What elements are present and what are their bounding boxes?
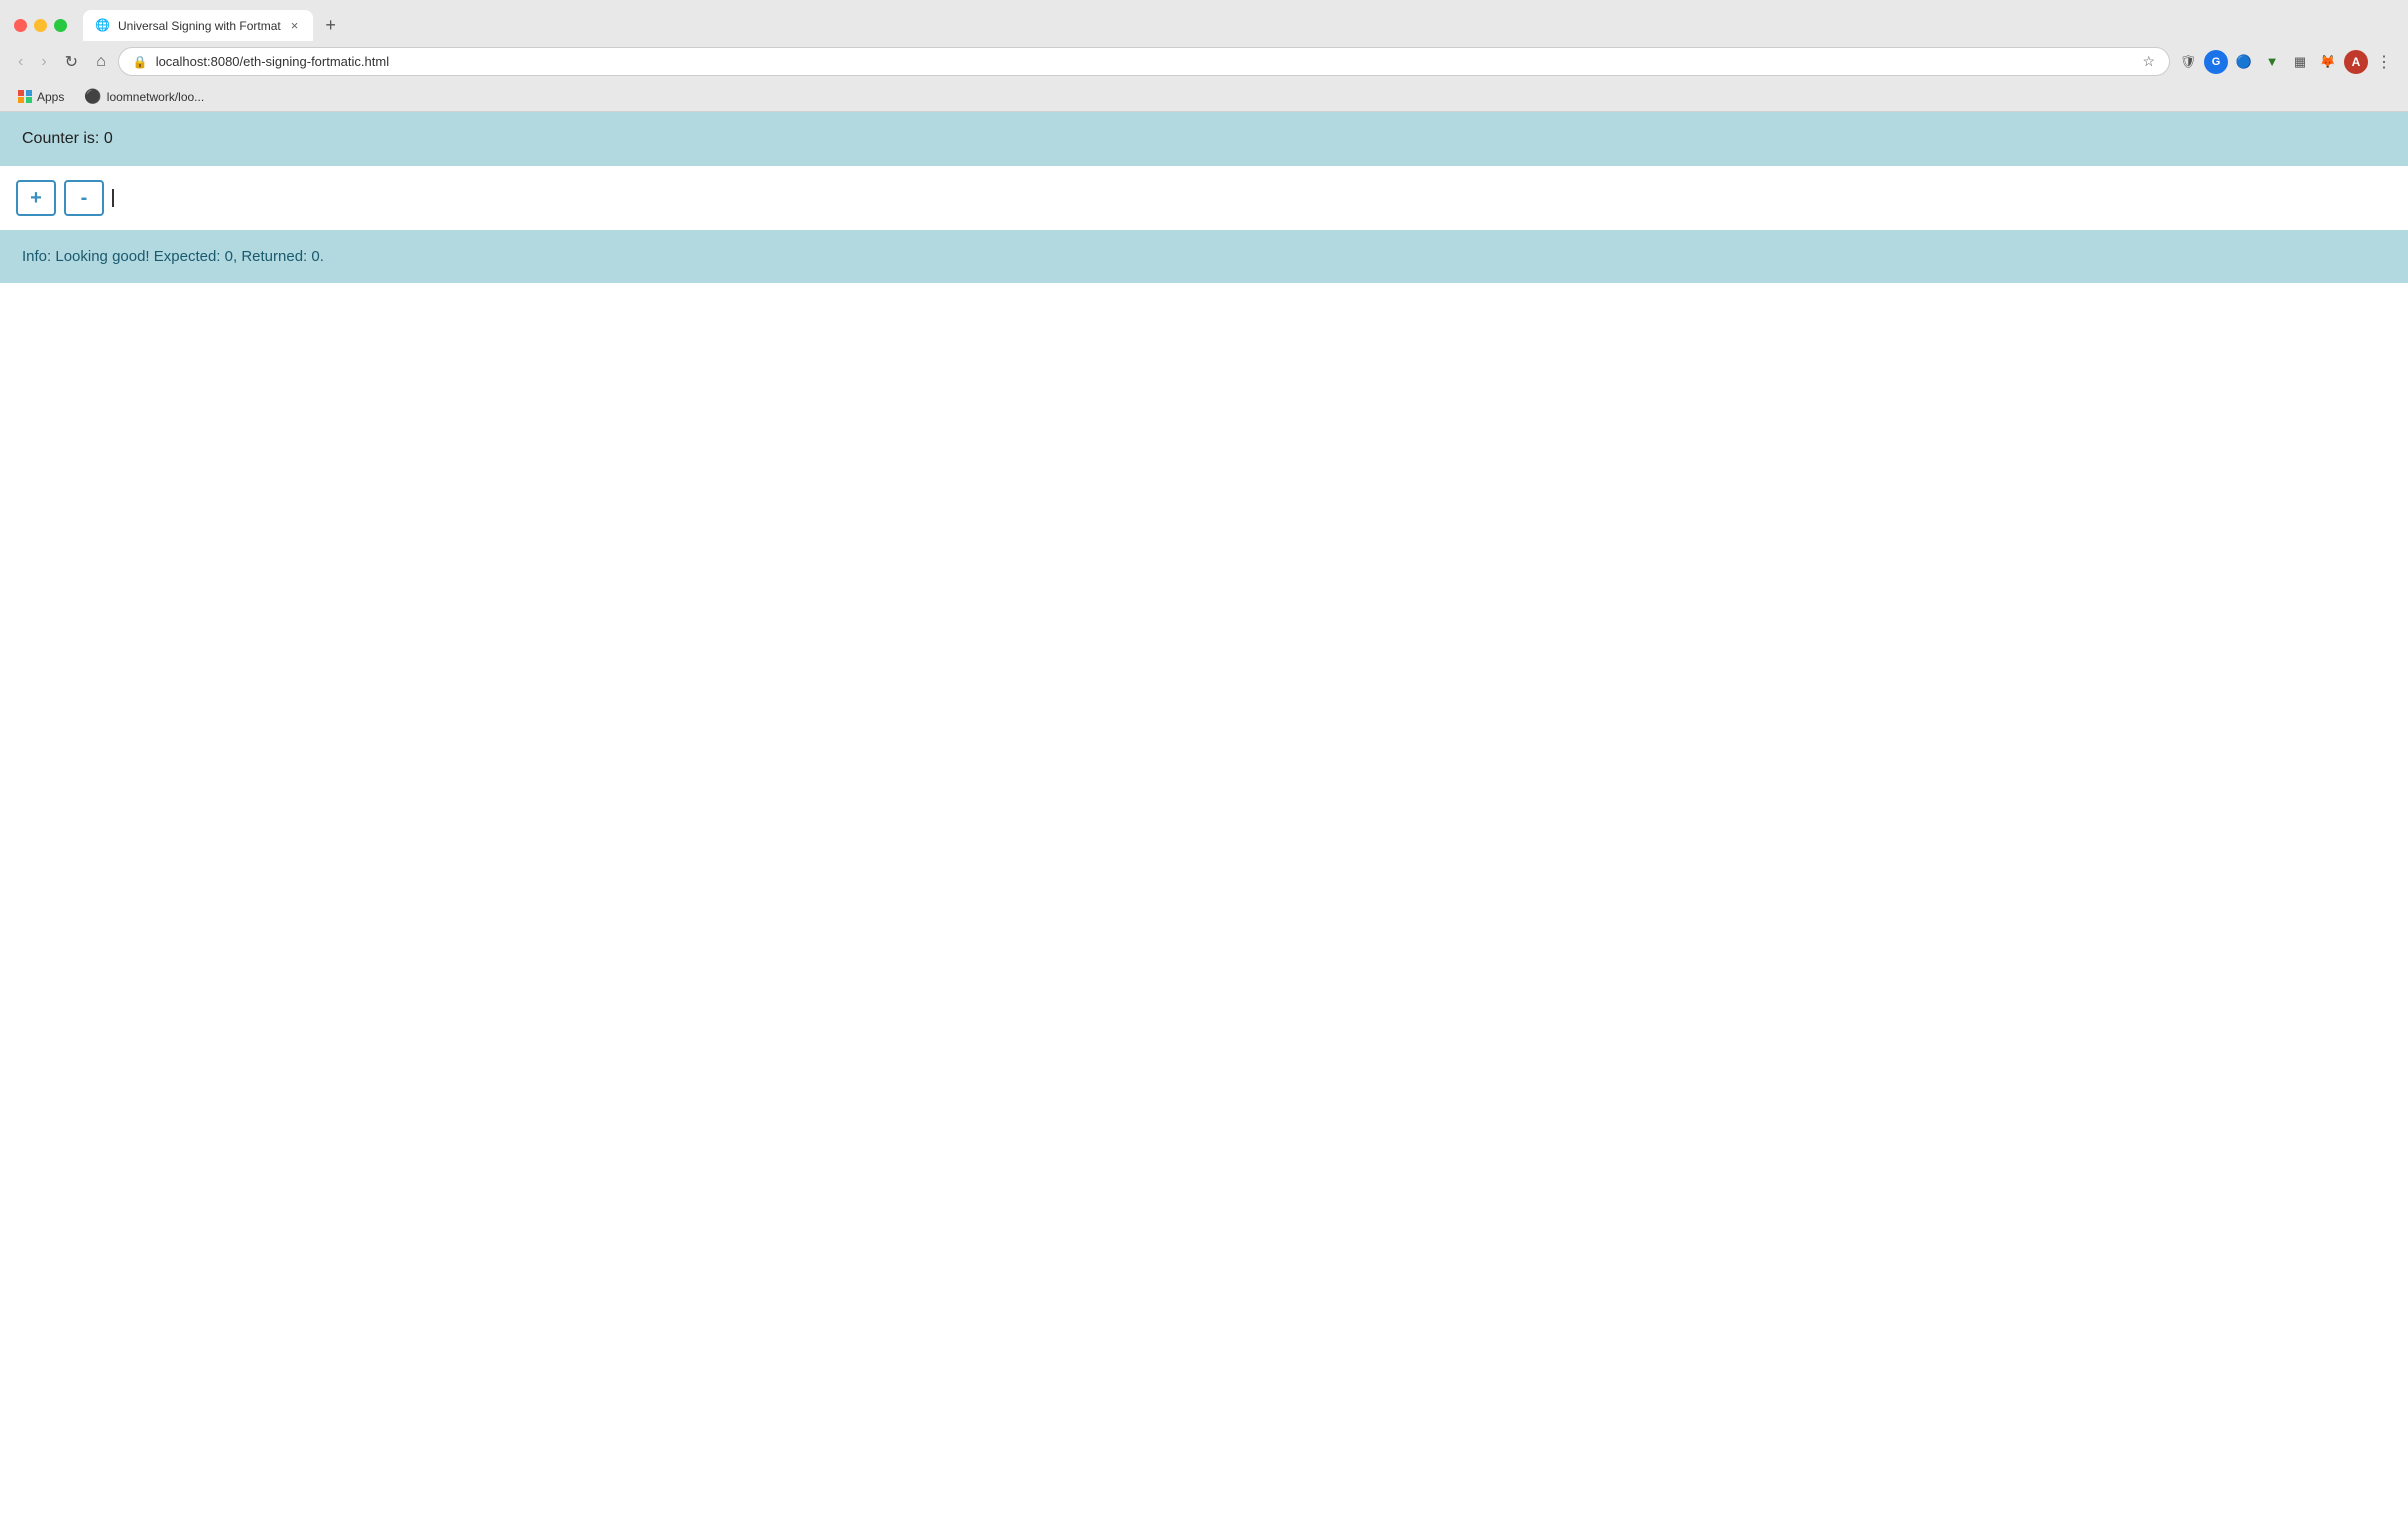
lock-icon: 🔒: [133, 55, 148, 69]
home-button[interactable]: ⌂: [90, 49, 112, 75]
bookmark-apps[interactable]: Apps: [14, 88, 68, 106]
back-icon: ‹: [18, 53, 23, 71]
bookmarks-bar: Apps ⚫ loomnetwork/loo...: [0, 82, 2408, 112]
nav-right-icons: 🛡 G 🔵 ▼ ▦ 🦊 A ⋮: [2176, 48, 2396, 76]
forward-icon: ›: [41, 53, 46, 71]
reload-button[interactable]: ↻: [59, 48, 84, 76]
apps-grid-icon: [18, 90, 32, 104]
address-bar-icons: ☆: [2142, 53, 2155, 70]
user-avatar-label: A: [2352, 55, 2361, 69]
fox-extension-icon[interactable]: 🦊: [2316, 50, 2340, 74]
browser-window: 🌐 Universal Signing with Fortmat × + ‹ ›…: [0, 0, 2408, 1532]
bookmark-apps-label: Apps: [37, 90, 64, 104]
nav-bar: ‹ › ↻ ⌂ 🔒 localhost:8080/eth-signing-for…: [0, 41, 2408, 82]
back-button[interactable]: ‹: [12, 49, 29, 75]
close-window-button[interactable]: [14, 19, 27, 32]
increment-button[interactable]: +: [16, 180, 56, 216]
traffic-lights: [14, 19, 67, 32]
info-text: Info: Looking good! Expected: 0, Returne…: [22, 248, 324, 265]
pixels-extension-icon[interactable]: ▦: [2288, 50, 2312, 74]
tab-close-button[interactable]: ×: [288, 17, 302, 34]
bookmark-loomnetwork[interactable]: ⚫ loomnetwork/loo...: [80, 86, 208, 107]
bookmark-star-icon[interactable]: ☆: [2142, 53, 2155, 70]
new-tab-button[interactable]: +: [317, 11, 344, 40]
green-arrow-icon[interactable]: ▼: [2260, 50, 2284, 74]
maximize-window-button[interactable]: [54, 19, 67, 32]
minimize-window-button[interactable]: [34, 19, 47, 32]
tab-title: Universal Signing with Fortmat: [118, 19, 281, 33]
bookmark-loomnetwork-label: loomnetwork/loo...: [107, 90, 204, 104]
title-bar: 🌐 Universal Signing with Fortmat × +: [0, 0, 2408, 41]
info-banner: Info: Looking good! Expected: 0, Returne…: [0, 230, 2408, 283]
buttons-row: + -: [0, 166, 2408, 230]
active-tab[interactable]: 🌐 Universal Signing with Fortmat ×: [83, 10, 313, 41]
home-icon: ⌂: [96, 53, 106, 71]
address-bar[interactable]: 🔒 localhost:8080/eth-signing-fortmatic.h…: [118, 47, 2170, 76]
counter-banner: Counter is: 0: [0, 112, 2408, 166]
page-content: Counter is: 0 + - Info: Looking good! Ex…: [0, 112, 2408, 1532]
forward-button[interactable]: ›: [35, 49, 52, 75]
github-icon: ⚫: [84, 88, 101, 105]
tabs-bar: 🌐 Universal Signing with Fortmat × +: [83, 10, 2394, 41]
reload-icon: ↻: [65, 52, 78, 72]
cursor-indicator: [112, 189, 114, 207]
tab-favicon-icon: 🌐: [95, 18, 111, 34]
user-avatar-button[interactable]: A: [2344, 50, 2368, 74]
counter-text: Counter is: 0: [22, 130, 113, 147]
decrement-button[interactable]: -: [64, 180, 104, 216]
browser-menu-button[interactable]: ⋮: [2372, 48, 2396, 76]
g-extension-icon[interactable]: G: [2204, 50, 2228, 74]
vpn-extension-icon[interactable]: 🔵: [2232, 50, 2256, 74]
address-text: localhost:8080/eth-signing-fortmatic.htm…: [156, 54, 2135, 69]
shield-extension-icon[interactable]: 🛡: [2176, 50, 2200, 74]
